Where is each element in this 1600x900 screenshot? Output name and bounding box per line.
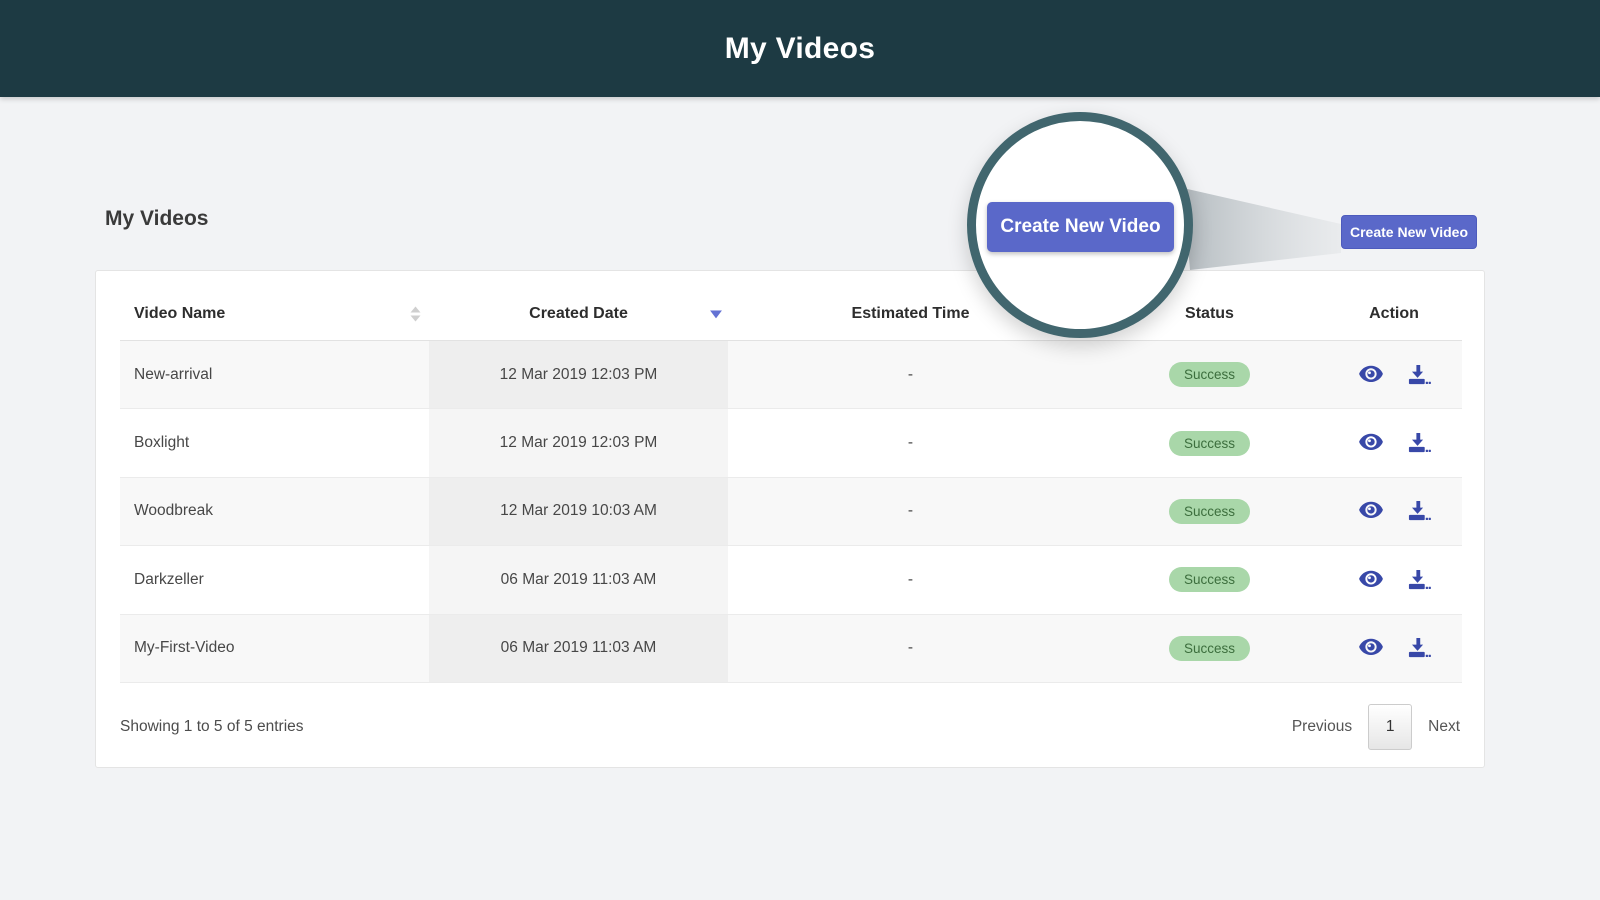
create-new-video-button[interactable]: Create New Video — [1341, 215, 1477, 249]
table-body: New-arrival12 Mar 2019 12:03 PM-SuccessB… — [120, 341, 1462, 683]
videos-card: Video Name Created Date Estimated Time S… — [95, 270, 1485, 768]
created-date-cell: 12 Mar 2019 12:03 PM — [429, 409, 728, 476]
estimated-time-cell: - — [728, 341, 1093, 408]
download-icon[interactable] — [1406, 637, 1431, 659]
table-header-row: Video Name Created Date Estimated Time S… — [120, 287, 1462, 341]
sort-unsorted-icon — [410, 306, 421, 321]
status-badge: Success — [1169, 431, 1250, 456]
app-header: My Videos — [0, 0, 1600, 97]
column-header-action: Action — [1326, 287, 1462, 340]
estimated-time-cell: - — [728, 478, 1093, 545]
previous-page-button[interactable]: Previous — [1292, 718, 1352, 736]
estimated-time-cell: - — [728, 409, 1093, 476]
download-icon[interactable] — [1406, 364, 1431, 386]
video-name-cell: Darkzeller — [120, 546, 429, 613]
eye-icon[interactable] — [1358, 501, 1384, 521]
column-label: Action — [1369, 305, 1419, 323]
table-row: Boxlight12 Mar 2019 12:03 PM- Success — [120, 409, 1462, 477]
action-cell — [1326, 546, 1462, 613]
page-title: My Videos — [105, 207, 208, 231]
status-cell: Success — [1093, 615, 1326, 682]
sort-descending-icon — [710, 310, 722, 318]
table-row: Woodbreak12 Mar 2019 10:03 AM- Success — [120, 478, 1462, 546]
table-footer: Showing 1 to 5 of 5 entries Previous 1 N… — [120, 685, 1460, 769]
column-label: Estimated Time — [852, 305, 970, 323]
eye-icon[interactable] — [1358, 433, 1384, 453]
status-cell: Success — [1093, 341, 1326, 408]
column-header-created-date[interactable]: Created Date — [429, 287, 728, 340]
magnifier-circle: Create New Video — [967, 112, 1193, 338]
eye-icon[interactable] — [1358, 365, 1384, 385]
eye-icon[interactable] — [1358, 570, 1384, 590]
column-label: Status — [1185, 305, 1234, 323]
status-cell: Success — [1093, 546, 1326, 613]
action-cell — [1326, 409, 1462, 476]
create-new-video-button-zoomed[interactable]: Create New Video — [987, 202, 1174, 252]
created-date-cell: 06 Mar 2019 11:03 AM — [429, 546, 728, 613]
created-date-cell: 06 Mar 2019 11:03 AM — [429, 615, 728, 682]
create-new-video-label: Create New Video — [1350, 224, 1468, 240]
column-label: Video Name — [134, 305, 225, 323]
status-cell: Success — [1093, 478, 1326, 545]
estimated-time-cell: - — [728, 546, 1093, 613]
status-badge: Success — [1169, 636, 1250, 661]
eye-icon[interactable] — [1358, 638, 1384, 658]
video-name-cell: New-arrival — [120, 341, 429, 408]
created-date-cell: 12 Mar 2019 12:03 PM — [429, 341, 728, 408]
status-cell: Success — [1093, 409, 1326, 476]
next-page-button[interactable]: Next — [1428, 718, 1460, 736]
videos-table: Video Name Created Date Estimated Time S… — [120, 287, 1462, 683]
video-name-cell: Woodbreak — [120, 478, 429, 545]
pagination: Previous 1 Next — [1292, 704, 1460, 750]
created-date-cell: 12 Mar 2019 10:03 AM — [429, 478, 728, 545]
action-cell — [1326, 478, 1462, 545]
video-name-cell: Boxlight — [120, 409, 429, 476]
download-icon[interactable] — [1406, 500, 1431, 522]
download-icon[interactable] — [1406, 432, 1431, 454]
page-number-button[interactable]: 1 — [1368, 704, 1412, 750]
app-title: My Videos — [725, 32, 876, 66]
create-new-video-zoomed-label: Create New Video — [1000, 216, 1160, 238]
action-cell — [1326, 615, 1462, 682]
video-name-cell: My-First-Video — [120, 615, 429, 682]
table-row: Darkzeller06 Mar 2019 11:03 AM- Success — [120, 546, 1462, 614]
entries-summary: Showing 1 to 5 of 5 entries — [120, 718, 304, 736]
estimated-time-cell: - — [728, 615, 1093, 682]
status-badge: Success — [1169, 499, 1250, 524]
action-cell — [1326, 341, 1462, 408]
download-icon[interactable] — [1406, 569, 1431, 591]
column-header-video-name[interactable]: Video Name — [120, 287, 429, 340]
table-row: New-arrival12 Mar 2019 12:03 PM- Success — [120, 341, 1462, 409]
status-badge: Success — [1169, 362, 1250, 387]
status-badge: Success — [1169, 567, 1250, 592]
table-row: My-First-Video06 Mar 2019 11:03 AM- Succe… — [120, 615, 1462, 683]
column-label: Created Date — [529, 305, 628, 323]
